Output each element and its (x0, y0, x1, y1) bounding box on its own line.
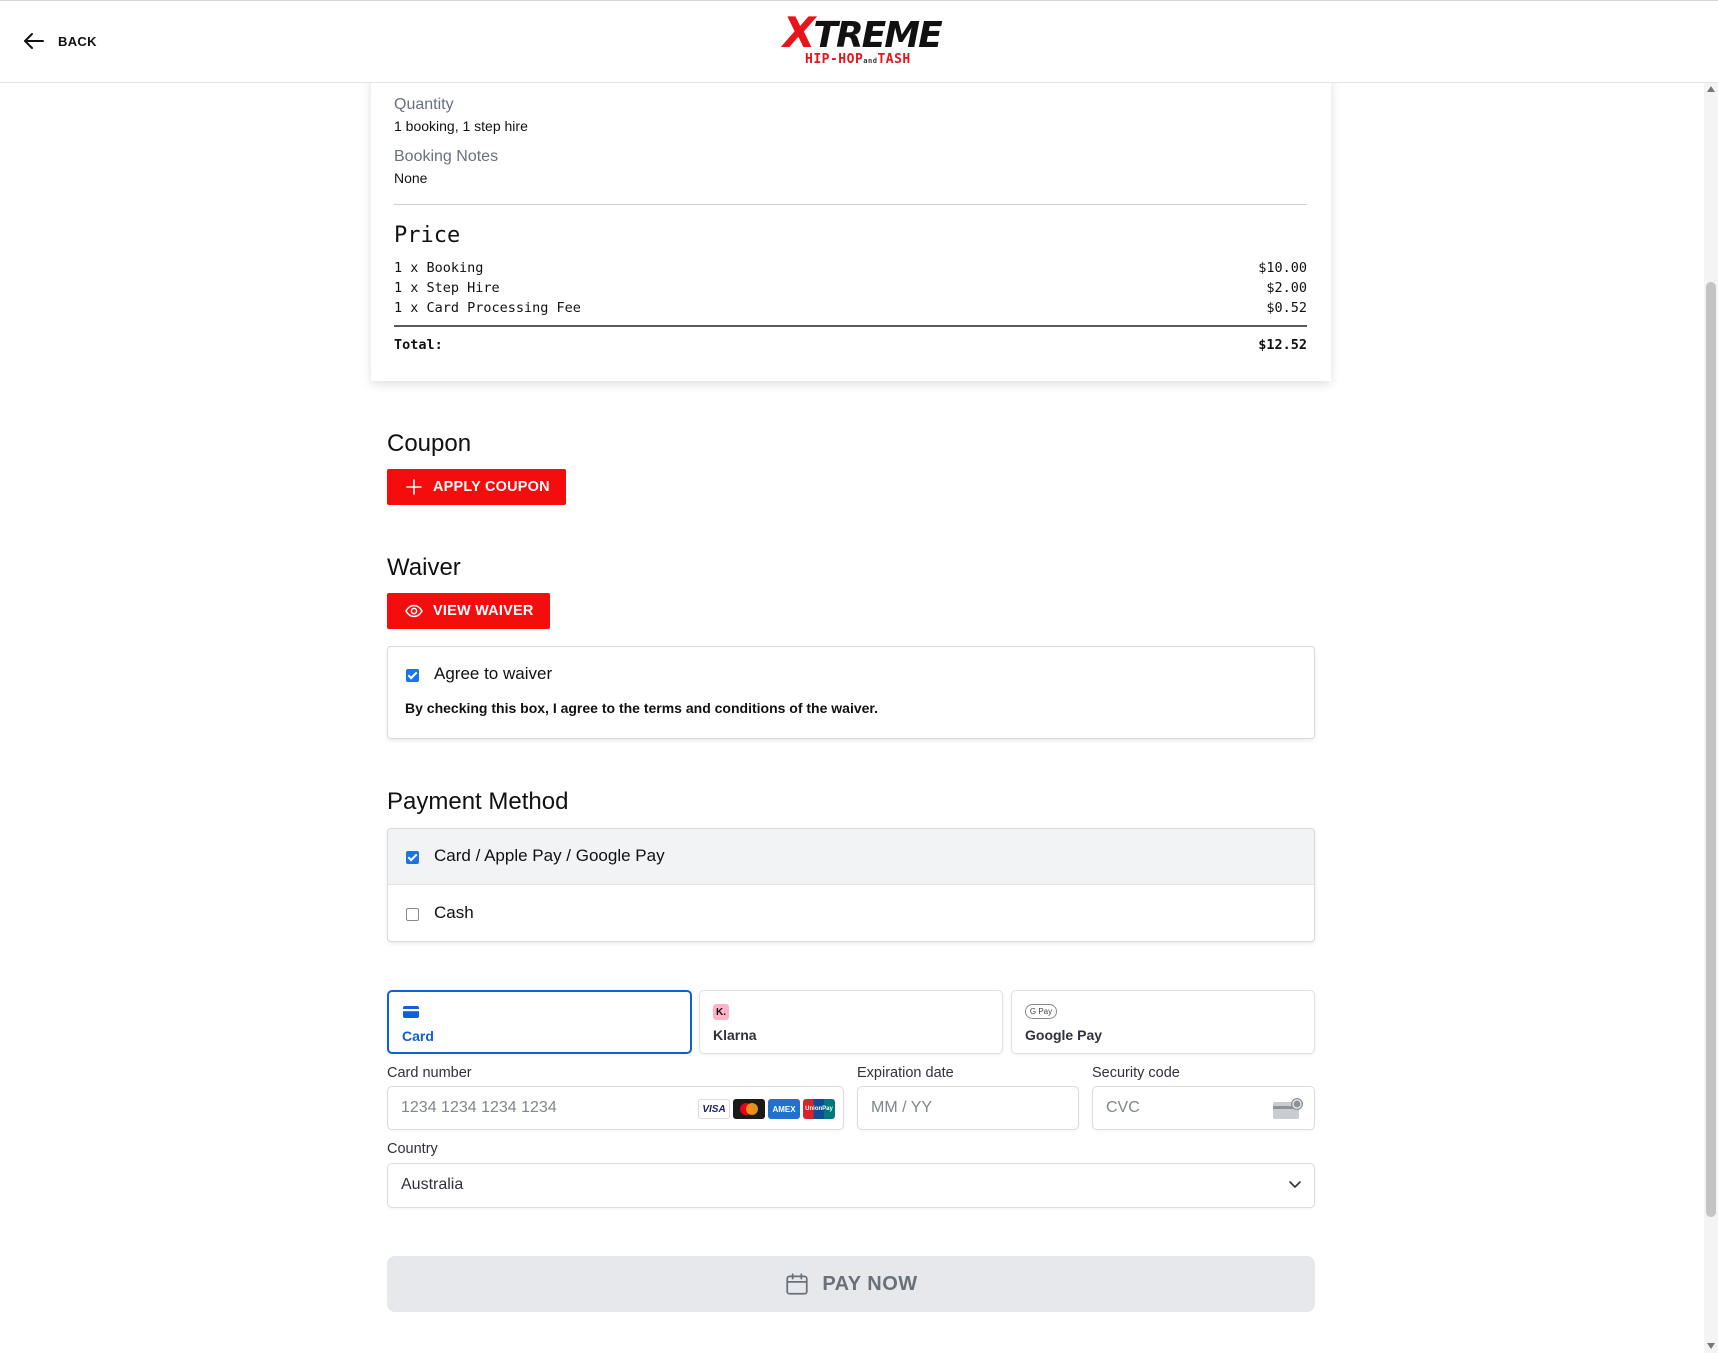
logo-sub-left: HIP-HOP (805, 52, 864, 67)
scrollbar-thumb[interactable] (1706, 282, 1716, 1217)
calendar-icon (786, 1273, 808, 1295)
price-line: 1 x Step Hire $2.00 (394, 280, 1307, 296)
klarna-icon: K. (713, 1004, 729, 1020)
cvc-input[interactable]: CVC (1092, 1086, 1315, 1130)
price-line-desc: 1 x Step Hire (394, 280, 500, 296)
quantity-label: Quantity (394, 96, 454, 113)
cvc-placeholder: CVC (1106, 1099, 1140, 1116)
coupon-title: Coupon (387, 430, 472, 457)
scroll-up-arrow[interactable] (1707, 86, 1715, 92)
pay-now-button[interactable]: PAY NOW (387, 1256, 1315, 1312)
apply-coupon-label: APPLY COUPON (433, 479, 550, 495)
waiver-agreement-box: Agree to waiver By checking this box, I … (387, 646, 1315, 739)
scroll-down-arrow[interactable] (1707, 1343, 1715, 1349)
quantity-value: 1 booking, 1 step hire (394, 118, 528, 134)
logo-sub-mid: and (863, 57, 878, 65)
arrow-left-icon (24, 33, 44, 49)
tab-card-label: Card (402, 1028, 434, 1044)
price-line-amount: $0.52 (1266, 300, 1307, 316)
amex-icon: AMEX (768, 1099, 800, 1119)
pay-now-label: PAY NOW (822, 1272, 918, 1295)
logo-sub-right: TASH (877, 52, 911, 67)
total-divider (394, 325, 1307, 327)
total-label: Total: (394, 337, 443, 353)
card-icon (403, 1006, 419, 1018)
tab-google-pay-label: Google Pay (1025, 1027, 1103, 1043)
expiry-placeholder: MM / YY (871, 1099, 933, 1116)
view-waiver-label: VIEW WAIVER (433, 603, 534, 619)
chevron-down-icon (1289, 1181, 1301, 1188)
plus-icon (406, 479, 422, 495)
price-line-desc: 1 x Booking (394, 260, 484, 276)
apply-coupon-button[interactable]: APPLY COUPON (387, 469, 566, 505)
back-button[interactable]: BACK (22, 29, 97, 53)
logo-x: X (783, 8, 815, 57)
price-line-amount: $10.00 (1258, 260, 1307, 276)
tab-google-pay[interactable]: G Pay Google Pay (1011, 990, 1315, 1054)
tab-klarna[interactable]: K. Klarna (699, 990, 1003, 1054)
price-line: 1 x Booking $10.00 (394, 260, 1307, 276)
payment-option-card-label[interactable]: Card / Apple Pay / Google Pay (434, 846, 665, 866)
back-label: BACK (58, 33, 97, 49)
summary-divider (394, 204, 1307, 205)
price-line: 1 x Card Processing Fee $0.52 (394, 300, 1307, 316)
payment-option-card[interactable]: Card / Apple Pay / Google Pay (388, 829, 1314, 885)
waiver-terms-text: By checking this box, I agree to the ter… (405, 700, 878, 716)
visa-icon: VISA (698, 1099, 730, 1119)
payment-method-title: Payment Method (387, 788, 569, 815)
agree-waiver-label[interactable]: Agree to waiver (434, 664, 552, 684)
google-pay-icon: G Pay (1025, 1004, 1057, 1019)
country-value: Australia (401, 1176, 464, 1193)
total-row: Total: $12.52 (394, 337, 1307, 353)
country-select[interactable]: Australia (387, 1163, 1315, 1208)
eye-icon (405, 604, 423, 618)
payment-method-box: Card / Apple Pay / Google Pay Cash (387, 828, 1315, 942)
cvc-card-icon (1273, 1098, 1303, 1119)
total-value: $12.52 (1258, 337, 1307, 353)
expiry-input[interactable]: MM / YY (857, 1086, 1079, 1130)
card-number-label: Card number (387, 1065, 472, 1081)
payment-option-cash[interactable]: Cash (388, 886, 1314, 941)
payment-option-cash-label[interactable]: Cash (434, 903, 474, 923)
logo-main: XTREME (783, 12, 943, 54)
price-line-desc: 1 x Card Processing Fee (394, 300, 581, 316)
booking-notes-value: None (394, 170, 428, 186)
payment-option-cash-checkbox[interactable] (406, 908, 419, 921)
logo-main-rest: TREME (813, 15, 942, 56)
top-bar: BACK XTREME HIP-HOPandTASH (0, 0, 1718, 83)
card-number-input[interactable]: 1234 1234 1234 1234 VISA AMEX UnionPay (387, 1086, 844, 1130)
unionpay-icon: UnionPay (803, 1099, 835, 1119)
payment-option-card-checkbox[interactable] (406, 851, 419, 864)
mastercard-icon (733, 1099, 765, 1119)
expiry-label: Expiration date (857, 1065, 954, 1081)
price-title: Price (394, 223, 461, 248)
country-label: Country (387, 1141, 438, 1157)
view-waiver-button[interactable]: VIEW WAIVER (387, 593, 550, 629)
tab-klarna-label: Klarna (713, 1027, 757, 1043)
booking-notes-label: Booking Notes (394, 148, 499, 165)
cvc-label: Security code (1092, 1065, 1180, 1081)
card-number-placeholder: 1234 1234 1234 1234 (401, 1099, 557, 1116)
booking-summary-card: Quantity 1 booking, 1 step hire Booking … (371, 76, 1331, 381)
tab-card[interactable]: Card (387, 990, 692, 1054)
logo[interactable]: XTREME HIP-HOPandTASH (783, 12, 943, 71)
price-line-amount: $2.00 (1266, 280, 1307, 296)
agree-waiver-checkbox[interactable] (406, 669, 419, 682)
waiver-title: Waiver (387, 554, 461, 581)
